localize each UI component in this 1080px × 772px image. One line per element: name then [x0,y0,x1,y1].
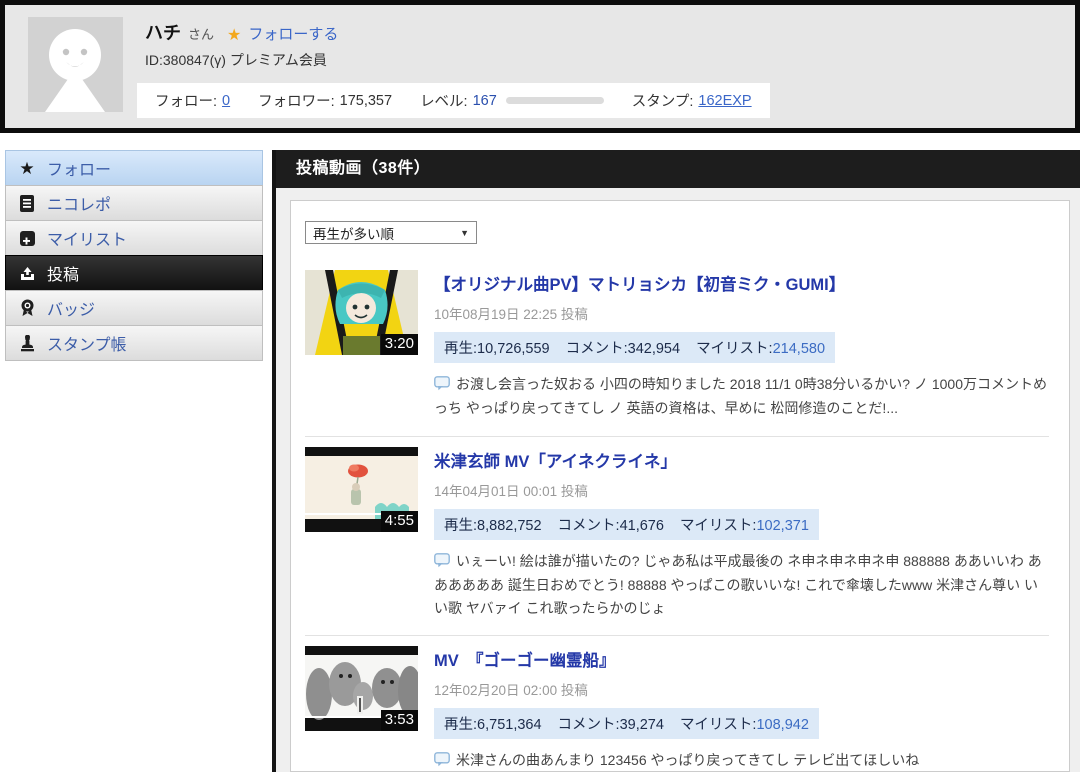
stamp-exp-value[interactable]: 162EXP [698,93,751,109]
video-duration-badge: 4:55 [381,511,418,532]
recent-comments: いぇーい! 絵は誰が描いたの? じゃあ私は平成最後の ネ申ネ申ネ申ネ申 8888… [434,550,1047,619]
follower-count-value: 175,357 [340,93,392,109]
avatar [28,17,123,112]
level-value: 167 [473,93,497,109]
comment-count: 39,274 [620,717,664,733]
main-content: 投稿動画（38件） 再生が多い順 ▼ [272,150,1080,772]
view-count: 6,751,364 [477,717,542,733]
upload-icon [18,264,36,282]
video-thumbnail[interactable]: 3:53 [305,646,418,731]
sidebar-item-label: フォロー [47,156,111,180]
follow-count-value[interactable]: 0 [222,93,230,109]
mylist-count: 102,371 [756,518,808,534]
stamp-exp: スタンプ: 162EXP [632,90,752,111]
video-title-link[interactable]: MV 『ゴーゴー幽霊船』 [434,647,616,671]
sidebar-item-label: スタンプ帳 [47,331,127,355]
video-stats-bar: 再生:8,882,752 コメント:41,676 マイリスト:102,371 [434,509,819,540]
follower-count: フォロワー: 175,357 [258,90,392,111]
sidebar-item-label: 投稿 [47,261,79,285]
sidebar-item-label: ニコレポ [47,191,111,215]
sidebar-item-label: マイリスト [47,226,127,250]
dropdown-arrow-icon: ▼ [460,228,469,238]
video-duration-badge: 3:20 [381,334,418,355]
recent-comments-text: 米津さんの曲あんまり 123456 やっぱり戻ってきてし テレビ出てほしいね 8… [434,752,928,772]
video-item: 4:55 米津玄師 MV「アイネクライネ」 14年04月01日 00:01 投稿… [305,437,1049,636]
video-thumbnail[interactable]: 4:55 [305,447,418,532]
comment-bubble-icon [434,751,450,772]
video-stats-bar: 再生:6,751,364 コメント:39,274 マイリスト:108,942 [434,708,819,739]
sort-dropdown[interactable]: 再生が多い順 ▼ [305,221,477,244]
video-duration-badge: 3:53 [381,710,418,731]
video-item: 3:53 MV 『ゴーゴー幽霊船』 12年02月20日 02:00 投稿 再生:… [305,636,1049,772]
video-title-link[interactable]: 米津玄師 MV「アイネクライネ」 [434,448,677,472]
comment-bubble-icon [434,375,450,397]
recent-comments: 米津さんの曲あんまり 123456 やっぱり戻ってきてし テレビ出てほしいね 8… [434,749,1047,772]
follow-star-icon: ★ [227,25,241,45]
video-upload-date: 12年02月20日 02:00 投稿 [434,679,1047,699]
mylist-icon [18,229,36,247]
follow-button[interactable]: フォローする [248,23,338,44]
sort-dropdown-value: 再生が多い順 [313,223,394,243]
comment-bubble-icon [434,552,450,574]
sidebar-item-mylist[interactable]: マイリスト [5,220,263,256]
profile-header: ハチ さん ★ フォローする ID:380847(γ) プレミアム会員 フォロー… [0,0,1080,133]
video-list-panel: 再生が多い順 ▼ [290,200,1070,772]
comment-count: 41,676 [620,518,664,534]
nicorepo-icon [18,194,36,212]
video-thumbnail[interactable]: 3:20 [305,270,418,355]
recent-comments-text: いぇーい! 絵は誰が描いたの? じゃあ私は平成最後の ネ申ネ申ネ申ネ申 8888… [434,553,1042,616]
video-stats-bar: 再生:10,726,559 コメント:342,954 マイリスト:214,580 [434,332,835,363]
recent-comments-text: お渡し会言った奴おる 小四の時知りました 2018 11/1 0時38分いるかい… [434,376,1047,416]
level-progress-bar [506,97,604,104]
user-honorific: さん [188,24,214,43]
sidebar-item-badges[interactable]: バッジ [5,290,263,326]
default-avatar-figure [28,17,123,112]
stamp-icon [18,334,36,352]
mylist-count: 108,942 [756,717,808,733]
sidebar-item-label: バッジ [47,296,95,320]
sidebar-item-uploads[interactable]: 投稿 [5,255,263,291]
badge-icon [18,299,36,317]
video-title-link[interactable]: 【オリジナル曲PV】マトリョシカ【初音ミク・GUMI】 [434,271,845,295]
recent-comments: お渡し会言った奴おる 小四の時知りました 2018 11/1 0時38分いるかい… [434,373,1047,420]
star-icon: ★ [18,159,36,177]
user-stats-strip: フォロー: 0 フォロワー: 175,357 レベル: 167 スタンプ: 16… [137,83,770,118]
video-upload-date: 14年04月01日 00:01 投稿 [434,480,1047,500]
video-item: 3:20 【オリジナル曲PV】マトリョシカ【初音ミク・GUMI】 10年08月1… [305,260,1049,437]
comment-count: 342,954 [628,341,680,357]
view-count: 10,726,559 [477,341,550,357]
sidebar-item-stampbook[interactable]: スタンプ帳 [5,325,263,361]
mylist-count: 214,580 [773,341,825,357]
sidebar-item-nicorepo[interactable]: ニコレポ [5,185,263,221]
sidebar: ★ フォロー ニコレポ マイリスト 投稿 バッジ スタンプ帳 [5,150,263,361]
video-upload-date: 10年08月19日 22:25 投稿 [434,303,1047,323]
sidebar-item-follow[interactable]: ★ フォロー [5,150,263,186]
user-id-line: ID:380847(γ) プレミアム会員 [145,50,327,70]
follow-count: フォロー: 0 [155,90,230,111]
user-name: ハチ [145,19,181,45]
section-title: 投稿動画（38件） [276,150,1080,188]
view-count: 8,882,752 [477,518,542,534]
user-level: レベル: 167 [420,90,604,111]
